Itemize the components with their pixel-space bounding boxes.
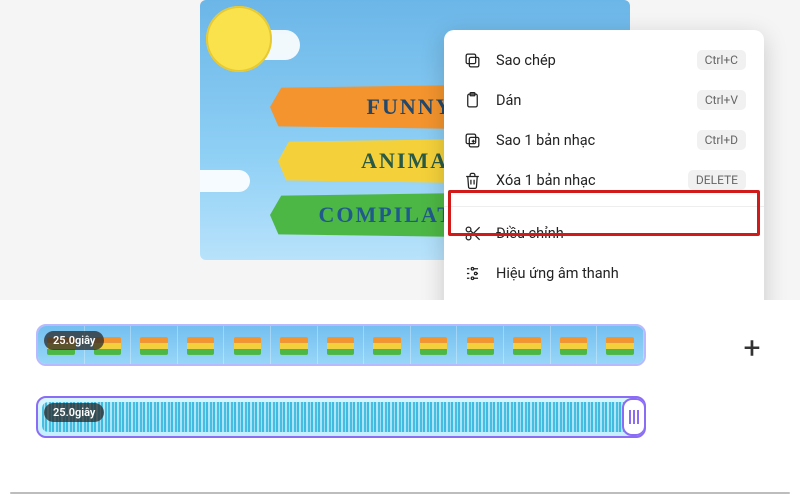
audio-duration-badge: 25.0giây [44, 403, 104, 422]
menu-item-label: Hiệu ứng âm thanh [496, 265, 746, 282]
audio-waveform [42, 402, 640, 432]
trash-icon [462, 170, 482, 190]
menu-item-copy[interactable]: Sao chép Ctrl+C [444, 40, 764, 80]
menu-item-label: Sao 1 bản nhạc [496, 132, 683, 149]
menu-item-label: Điều chỉnh [496, 225, 746, 242]
video-thumbnail [271, 326, 318, 364]
video-track[interactable]: 25.0giây [36, 324, 646, 366]
paste-icon [462, 90, 482, 110]
menu-item-dupe[interactable]: Sao 1 bản nhạc Ctrl+D [444, 120, 764, 160]
video-thumbnail [178, 326, 225, 364]
timeline-panel: 25.0giây 25.0giây + [0, 300, 800, 500]
menu-item-label: Sao chép [496, 52, 683, 69]
video-thumbnail [597, 326, 644, 364]
video-thumbnail [457, 326, 504, 364]
menu-item-shortcut: Ctrl+D [697, 130, 746, 150]
video-thumbnail [364, 326, 411, 364]
menu-item-trim[interactable]: Điều chỉnh [444, 213, 764, 253]
fx-icon [462, 263, 482, 283]
video-thumbnail [131, 326, 178, 364]
title-text-1: Funny [367, 94, 454, 120]
menu-item-trash[interactable]: Xóa 1 bản nhạc DELETE [444, 160, 764, 200]
menu-item-shortcut: Ctrl+C [697, 50, 746, 70]
timeline-divider [10, 492, 790, 494]
video-thumbnail [551, 326, 598, 364]
copy-icon [462, 50, 482, 70]
audio-track[interactable]: 25.0giây [36, 396, 646, 438]
cloud-graphic [200, 170, 250, 192]
menu-item-paste[interactable]: Dán Ctrl+V [444, 80, 764, 120]
video-thumbnail [504, 326, 551, 364]
video-thumbnail [224, 326, 271, 364]
dupe-icon [462, 130, 482, 150]
video-thumbnail [318, 326, 365, 364]
sun-graphic [206, 6, 272, 72]
menu-item-label: Xóa 1 bản nhạc [496, 172, 674, 189]
add-track-button[interactable]: + [734, 330, 770, 366]
trim-icon [462, 223, 482, 243]
menu-item-shortcut: Ctrl+V [697, 90, 746, 110]
audio-trim-handle[interactable] [622, 398, 646, 436]
menu-item-shortcut: DELETE [688, 170, 746, 190]
menu-divider [444, 206, 764, 207]
menu-item-fx[interactable]: Hiệu ứng âm thanh [444, 253, 764, 293]
menu-item-label: Dán [496, 92, 683, 109]
video-thumbnail [411, 326, 458, 364]
video-duration-badge: 25.0giây [44, 331, 104, 350]
